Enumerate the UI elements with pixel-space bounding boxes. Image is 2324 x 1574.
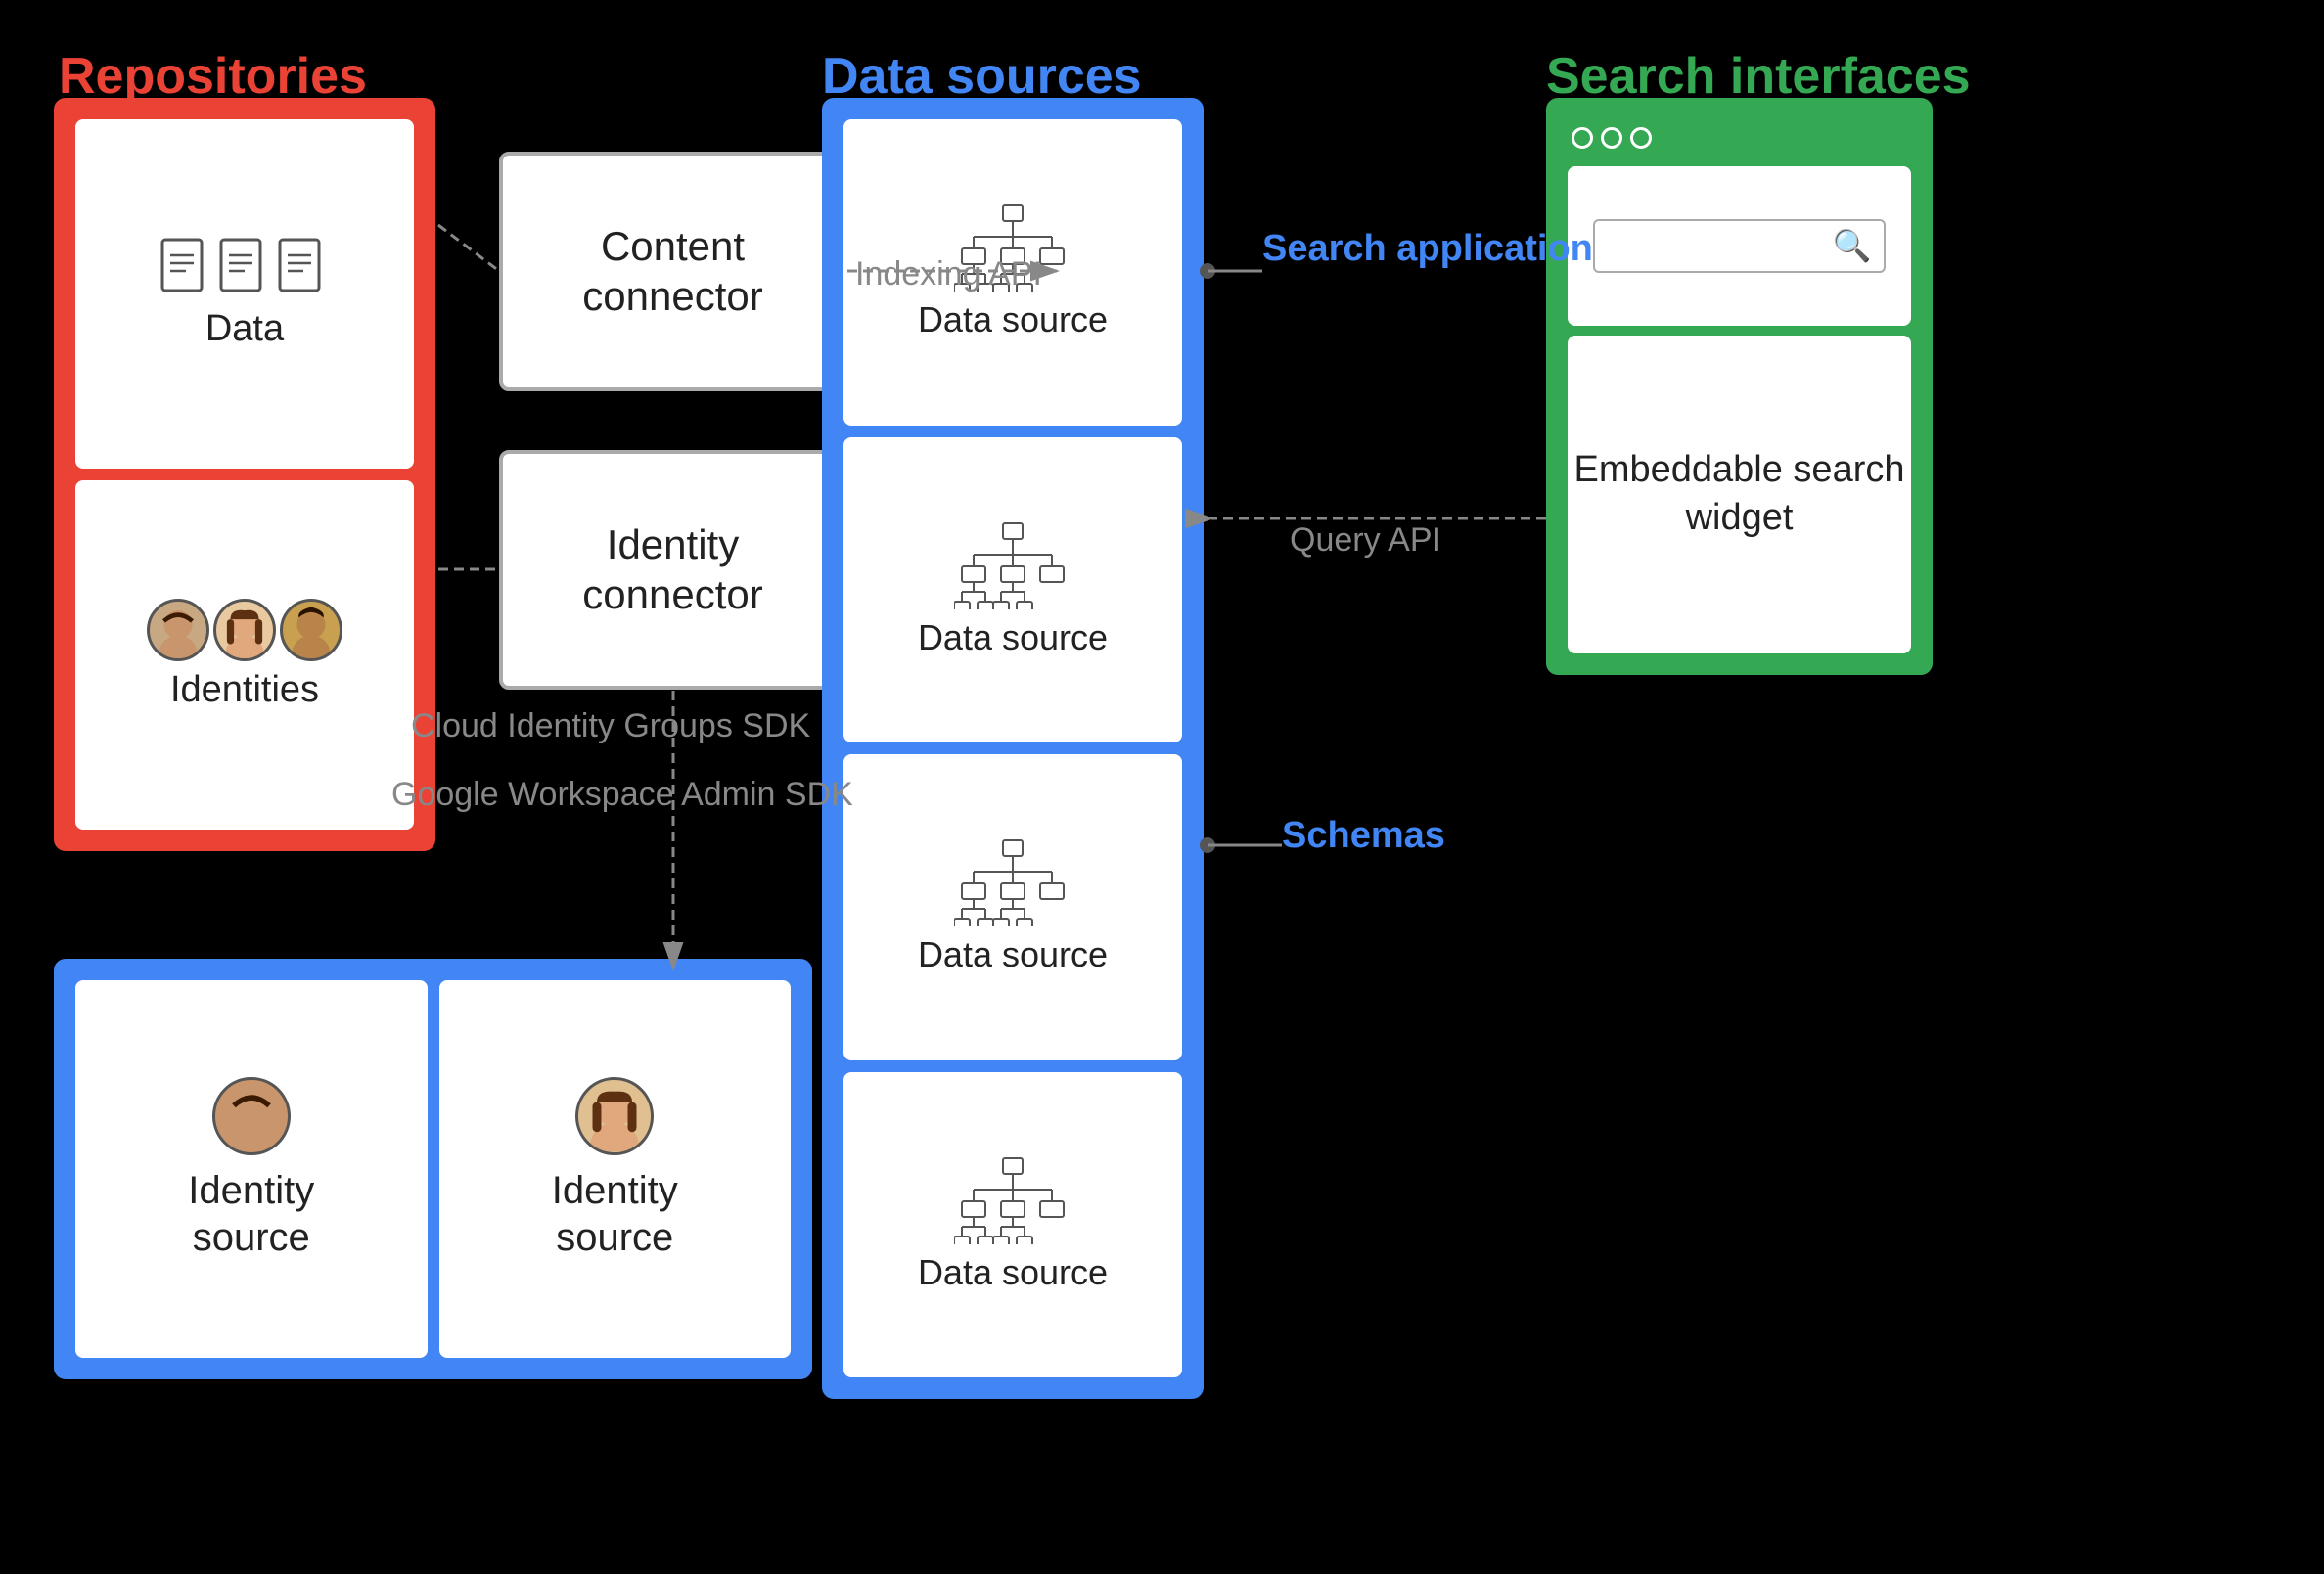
identity-face-1 xyxy=(212,1077,291,1155)
tree-icon-3 xyxy=(954,838,1071,926)
face-icon-2 xyxy=(213,599,276,661)
indexing-api-label: Indexing API xyxy=(855,252,1042,295)
doc-icons xyxy=(160,238,329,300)
datasource-label-3: Data source xyxy=(918,934,1108,975)
repositories-box: Data xyxy=(54,98,435,851)
repositories-label: Repositories xyxy=(59,47,367,106)
doc-icon-3 xyxy=(278,238,329,300)
identity-source-inner-1: Identitysource xyxy=(75,980,428,1358)
identity-source-label-1: Identitysource xyxy=(188,1167,314,1261)
search-input-mock[interactable]: 🔍 xyxy=(1593,219,1885,273)
diagram-container: Repositories Data sources Search interfa… xyxy=(0,0,2324,1574)
datasources-label: Data sources xyxy=(822,47,1142,106)
identity-connector-label: Identityconnector xyxy=(582,520,762,619)
google-workspace-label: Google Workspace Admin SDK xyxy=(391,773,853,816)
doc-icon-1 xyxy=(160,238,211,300)
content-connector-label: Contentconnector xyxy=(582,222,762,321)
datasource-inner-3: Data source xyxy=(843,754,1182,1060)
identity-source-inner-2: Identitysource xyxy=(439,980,792,1358)
identities-label: Identities xyxy=(170,669,319,711)
search-interfaces-label: Search interfaces xyxy=(1546,47,1971,106)
search-top-bar xyxy=(1568,119,1911,157)
datasource-label-4: Data source xyxy=(918,1252,1108,1293)
face-icons xyxy=(147,599,342,661)
datasource-inner-4: Data source xyxy=(843,1072,1182,1378)
tree-icon-2 xyxy=(954,521,1071,609)
identity-sources-box: Identitysource Identitysource xyxy=(54,959,812,1379)
search-icon: 🔍 xyxy=(1833,227,1872,264)
identities-inner-box: Identities xyxy=(75,480,414,830)
face-icon-1 xyxy=(147,599,209,661)
identity-source-label-2: Identitysource xyxy=(552,1167,678,1261)
datasource-label-2: Data source xyxy=(918,617,1108,658)
schemas-label: Schemas xyxy=(1282,812,1445,860)
data-inner-box: Data xyxy=(75,119,414,469)
data-label: Data xyxy=(205,308,284,350)
window-dot-1 xyxy=(1572,127,1593,149)
datasource-inner-2: Data source xyxy=(843,437,1182,743)
embeddable-widget-box: Embeddable search widget xyxy=(1568,336,1911,653)
embeddable-widget-label: Embeddable search widget xyxy=(1568,446,1911,543)
tree-icon-4 xyxy=(954,1156,1071,1244)
datasource-label-1: Data source xyxy=(918,299,1108,340)
search-input-box: 🔍 xyxy=(1568,166,1911,326)
cloud-identity-label: Cloud Identity Groups SDK xyxy=(411,704,810,747)
window-dot-2 xyxy=(1601,127,1622,149)
search-interfaces-box: 🔍 Embeddable search widget xyxy=(1546,98,1933,675)
query-api-label: Query API xyxy=(1290,518,1441,562)
identity-connector-box: Identityconnector xyxy=(499,450,846,690)
face-icon-3 xyxy=(280,599,342,661)
content-connector-box: Contentconnector xyxy=(499,152,846,391)
identity-face-2 xyxy=(575,1077,654,1155)
doc-icon-2 xyxy=(219,238,270,300)
window-dot-3 xyxy=(1630,127,1652,149)
search-application-label: Search application xyxy=(1262,225,1593,273)
